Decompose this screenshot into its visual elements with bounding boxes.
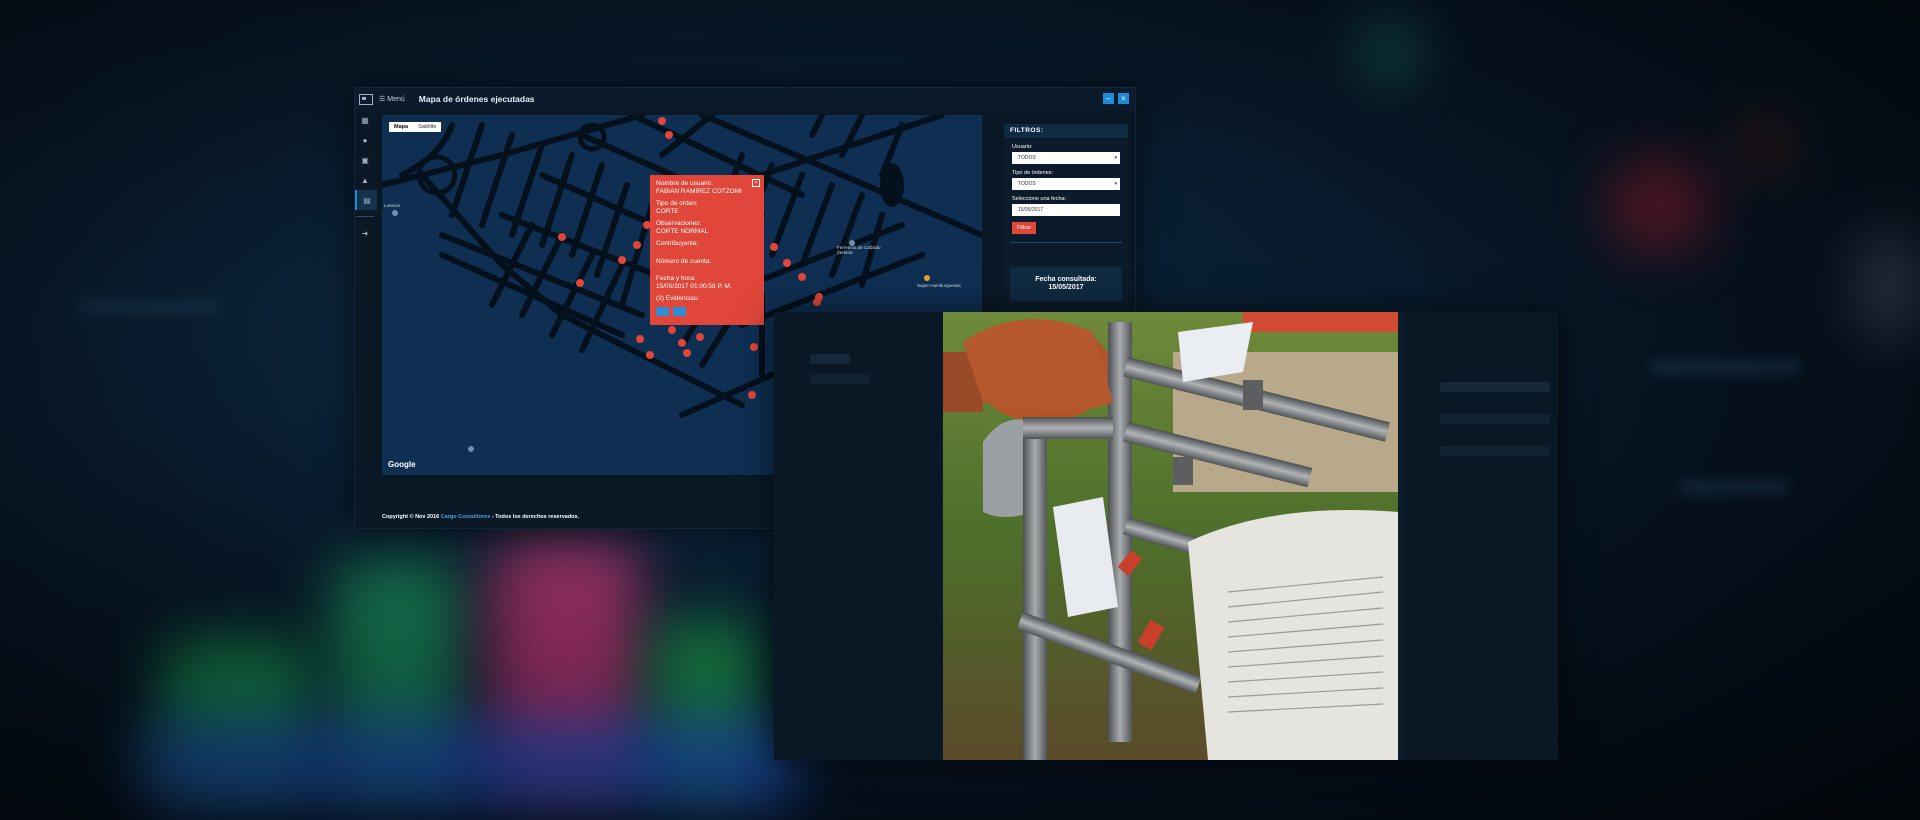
consulted-date-label: Fecha consultada:	[1035, 276, 1097, 283]
order-info-popup: × Nombre de usuario: FABIAN RAMIREZ COTZ…	[650, 175, 764, 325]
footer-prefix: Copyright © Nov 2016	[382, 514, 440, 520]
user-icon[interactable]: ▲	[355, 170, 375, 190]
menu-button[interactable]: ☰ Menú	[379, 95, 405, 104]
order-type-popup-value: CORTE	[656, 207, 679, 215]
footer-suffix: - Todos los derechos reservados.	[491, 514, 580, 520]
evidence-photo-button[interactable]	[656, 306, 669, 316]
order-type-value: TODOS	[1018, 181, 1036, 187]
google-logo: Google	[388, 460, 416, 469]
ghost-item	[1440, 414, 1550, 424]
viewer-right-panel	[1404, 312, 1558, 760]
hamburger-icon: ☰	[379, 96, 386, 103]
close-icon[interactable]: ×	[752, 179, 760, 187]
logout-icon[interactable]: ➜	[355, 223, 375, 243]
filters-divider	[1010, 242, 1122, 243]
tab-map[interactable]: Mapa	[389, 122, 413, 132]
user-filter-label: Usuario:	[1012, 144, 1033, 150]
datetime-label: Fecha y hora:	[656, 275, 696, 282]
filter-button[interactable]: Filtrar	[1012, 222, 1036, 234]
dashboard-icon[interactable]: ▦	[355, 110, 375, 130]
date-label: Seleccione una fecha:	[1012, 196, 1067, 202]
map-label: Ferreteria de Calzado Zertena	[837, 245, 881, 255]
sidebar: ▦ ● ▣ ▲ ▤ ➜	[355, 110, 377, 528]
ghost-item	[1440, 382, 1550, 392]
filters-heading: FILTROS:	[1004, 124, 1128, 138]
map-label: Super Hamburguesas	[917, 283, 961, 288]
date-input-value: 15/05/2017	[1018, 207, 1044, 213]
username-label: Nombre de usuario:	[656, 180, 714, 187]
footer: Copyright © Nov 2016 Cargo Consultores -…	[382, 514, 579, 520]
order-type-select[interactable]: TODOS ▾	[1012, 178, 1120, 190]
order-type-label: Tipo de órdenes:	[1012, 170, 1054, 176]
observations-label: Observaciones:	[656, 220, 702, 227]
consulted-date-value: 15/05/2017	[1048, 284, 1084, 291]
consulted-date-box: Fecha consultada: 15/05/2017	[1010, 267, 1122, 301]
evidence-label: (2) Evidencias:	[656, 295, 699, 302]
chevron-down-icon: ▾	[1114, 155, 1117, 161]
chevron-down-icon: ▾	[1114, 181, 1117, 187]
viewer-left-panel	[774, 312, 942, 760]
sidebar-divider	[356, 216, 374, 217]
evidence-photo	[943, 312, 1398, 760]
footer-brand-link[interactable]: Cargo Consultores	[441, 514, 491, 520]
tab-satellite[interactable]: Satélite	[413, 122, 441, 132]
pipe-photo-illustration	[943, 312, 1398, 760]
ghost-item	[1440, 446, 1550, 456]
datetime-value: 15/05/2017 01:00:58 P. M.	[656, 282, 732, 290]
menu-label: Menú	[387, 95, 405, 103]
close-button[interactable]: ×	[1118, 93, 1129, 104]
evidence-photo-viewer	[774, 312, 1558, 760]
user-select[interactable]: TODOS ▾	[1012, 152, 1120, 164]
calendar-icon[interactable]: ▤	[355, 190, 377, 210]
minimize-button[interactable]: –	[1103, 93, 1114, 104]
evidence-photo-button[interactable]	[673, 306, 686, 316]
observations-value: CORTE NORMAL	[656, 227, 709, 235]
map-label: Lorenzo	[384, 203, 401, 208]
account-number-label: Número de cuenta:	[656, 257, 712, 265]
date-input[interactable]: 15/05/2017	[1012, 204, 1120, 216]
ghost-item	[810, 354, 850, 364]
username-value: FABIAN RAMIREZ COTZOMI	[656, 187, 742, 195]
camera-icon[interactable]: ▣	[355, 150, 375, 170]
page-title: Mapa de órdenes ejecutadas	[418, 94, 535, 104]
map-type-tabs: Mapa Satélite	[389, 122, 442, 132]
title-bar: ☰ Menú Mapa de órdenes ejecutadas – ×	[355, 88, 1135, 110]
order-type-popup-label: Tipo de orden:	[656, 200, 698, 207]
ghost-item	[810, 374, 870, 384]
taxpayer-label: Contribuyente:	[656, 240, 699, 247]
app-logo-icon[interactable]	[359, 93, 373, 105]
info-icon[interactable]: ●	[355, 130, 375, 150]
user-select-value: TODOS	[1018, 155, 1036, 161]
